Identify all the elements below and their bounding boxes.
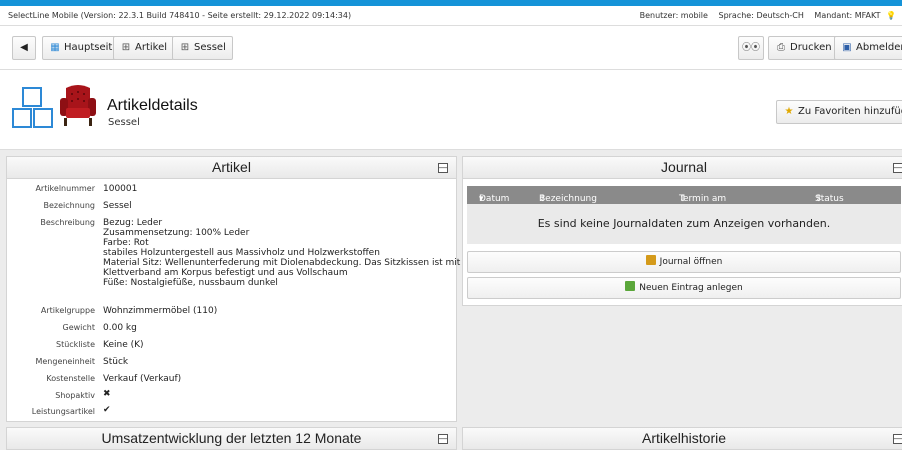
page-header: Artikeldetails Sessel ★ Zu Favoriten hinz… [0,70,902,150]
field-label: Kostenstelle [46,374,95,383]
new-entry-icon [625,281,636,291]
hierarchy-icon: ⊞ [121,42,131,53]
version-info: SelectLine Mobile (Version: 22.3.1 Build… [8,11,352,20]
logo-square [22,87,42,107]
journal-table-header: Datum ▾ Bezeichnung ⇕ Termin am ⇕ Status… [467,186,901,204]
page-subtitle: Sessel [108,117,140,128]
breadcrumb-sessel[interactable]: ⊞ Sessel [172,36,233,60]
field-value: 100001 [103,184,138,194]
breadcrumb-label: Sessel [194,42,226,53]
favorite-label: Zu Favoriten hinzufügen [798,106,902,117]
logout-button[interactable]: ▣ Abmelden [834,36,902,60]
lightbulb-icon: 💡 [886,11,896,20]
user-info: Benutzer: mobile [639,11,708,20]
artikelhistorie-panel: Artikelhistorie — [462,427,902,450]
x-icon: ✖ [103,389,111,399]
nav-bar: ◀ ▦ Hauptseite ⊞ Artikel ⊞ Sessel ⦿⦿ ⎙ Druck… [0,26,902,70]
armchair-image [60,85,96,126]
collapse-icon[interactable]: — [893,163,902,173]
column-label: Bezeichnung [539,194,597,204]
description-line: Farbe: Rot [103,238,149,248]
description-line: Klettverband am Korpus befestigt und aus… [103,268,348,278]
grid-icon: ▦ [50,42,60,53]
sort-icon: ⇕ [815,194,823,204]
breadcrumb-label: Artikel [135,42,168,53]
triangle-left-icon: ◀ [20,42,28,53]
collapse-icon[interactable]: — [438,434,448,444]
breadcrumb-artikel[interactable]: ⊞ Artikel [113,36,175,60]
printer-icon: ⎙ [777,42,785,53]
breadcrumb-label: Hauptseite [64,42,119,53]
glasses-button[interactable]: ⦿⦿ [738,36,764,60]
language-info: Sprache: Deutsch-CH [718,11,804,20]
field-value: Sessel [103,201,132,211]
field-value: Stück [103,357,129,367]
session-info: Benutzer: mobile Sprache: Deutsch-CH Man… [632,11,896,20]
save-logout-icon: ▣ [842,42,852,53]
field-label: Bezeichnung [43,201,95,210]
panel-title: Artikelhistorie [641,430,727,446]
info-bar: SelectLine Mobile (Version: 22.3.1 Build… [0,6,902,26]
field-label: Artikelgruppe [40,306,95,315]
open-journal-label: Journal öffnen [659,257,723,267]
journal-panel: Journal — Datum ▾ Bezeichnung ⇕ Termin a… [462,156,902,306]
panel-title: Journal [661,159,707,175]
description-line: Zusammensetzung: 100% Leder [103,228,250,238]
print-label: Drucken [790,42,832,53]
sort-desc-icon: ▾ [479,194,484,204]
artikelhistorie-panel-header: Artikelhistorie — [463,428,902,450]
field-value: 0.00 kg [103,323,137,333]
check-icon: ✔ [103,405,111,415]
journal-icon [645,255,656,265]
logo-square [12,108,32,128]
mandant-info: Mandant: MFAKT [814,11,881,20]
sort-icon: ⇕ [679,194,687,204]
field-label: Gewicht [62,323,96,332]
field-label: Shopaktiv [55,391,95,400]
description-line: Bezug: Leder [103,218,163,228]
field-label: Beschreibung [40,218,95,227]
page-title: Artikeldetails [107,97,198,114]
panel-title: Umsatzentwicklung der letzten 12 Monate [101,430,362,446]
add-favorite-button[interactable]: ★ Zu Favoriten hinzufügen [776,100,902,124]
panel-title: Artikel [212,159,251,175]
hierarchy-icon: ⊞ [180,42,190,53]
open-journal-button[interactable]: Journal öffnen [467,251,901,273]
field-value: Verkauf (Verkauf) [103,374,182,384]
field-label: Leistungsartikel [31,407,95,416]
description-line: Material Sitz: Wellenunterfederung mit D… [103,258,461,268]
field-value: Wohnzimmermöbel (110) [103,306,218,316]
umsatz-panel-header: Umsatzentwicklung der letzten 12 Monate … [7,428,456,450]
logo-square [33,108,53,128]
field-label: Stückliste [56,340,95,349]
logout-label: Abmelden [856,42,902,53]
back-button[interactable]: ◀ [12,36,36,60]
print-button[interactable]: ⎙ Drucken [768,36,839,60]
sort-icon: ⇕ [539,194,547,204]
field-label: Artikelnummer [35,184,95,193]
empty-message: Es sind keine Journaldaten zum Anzeigen … [467,204,901,244]
new-entry-button[interactable]: Neuen Eintrag anlegen [467,277,901,299]
description-line: Füße: Nostalgiefüße, nussbaum dunkel [103,278,278,288]
artikel-panel: Artikel — Artikelnummer 100001 Bezeichnu… [6,156,461,422]
collapse-icon[interactable]: — [438,163,448,173]
field-value: Keine (K) [103,340,144,350]
umsatz-panel: Umsatzentwicklung der letzten 12 Monate … [6,427,457,450]
field-label: Mengeneinheit [35,357,95,366]
collapse-icon[interactable]: — [893,434,902,444]
description-line: stabiles Holzuntergestell aus Massivholz… [103,248,380,258]
artikel-panel-header: Artikel — [7,157,456,179]
new-entry-label: Neuen Eintrag anlegen [639,283,743,293]
journal-panel-header: Journal — [463,157,902,179]
glasses-icon: ⦿⦿ [741,43,760,53]
star-plus-icon: ★ [784,106,794,117]
